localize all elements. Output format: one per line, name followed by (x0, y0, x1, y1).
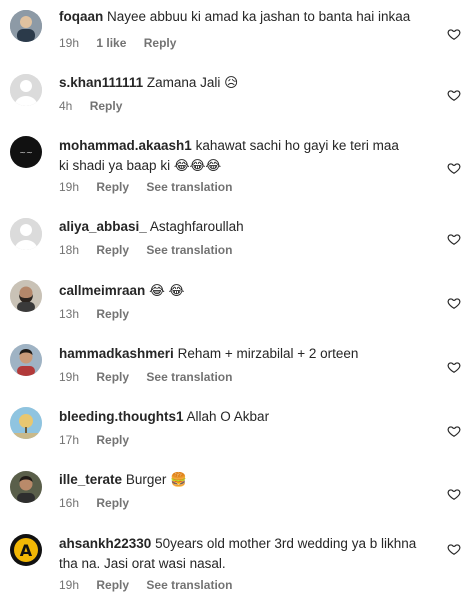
comment-username[interactable]: ille_terate (59, 472, 122, 487)
comment-text: Burger 🍔 (125, 472, 187, 487)
heart-outline-icon[interactable] (447, 232, 461, 246)
avatar[interactable] (10, 407, 42, 439)
heart-outline-icon[interactable] (447, 424, 461, 438)
comment-text: Reham + mirzabilal + 2 orteen (177, 346, 359, 361)
comment-text: Allah O Akbar (186, 409, 270, 424)
comment-time: 18h (59, 243, 80, 257)
reply-button[interactable]: Reply (96, 180, 129, 194)
comment-username[interactable]: foqaan (59, 9, 103, 24)
svg-text:A: A (20, 541, 33, 560)
heart-outline-icon[interactable] (447, 542, 461, 556)
comment-time: 19h (59, 370, 80, 384)
comment-time: 19h (59, 578, 80, 592)
comment-time: 19h (59, 180, 80, 194)
heart-outline-icon[interactable] (447, 360, 461, 374)
reply-button[interactable]: Reply (96, 496, 129, 510)
see-translation-button[interactable]: See translation (146, 578, 232, 592)
reply-button[interactable]: Reply (96, 433, 129, 447)
see-translation-button[interactable]: See translation (146, 180, 232, 194)
reply-button[interactable]: Reply (90, 99, 123, 113)
comment-time: 4h (59, 99, 73, 113)
heart-outline-icon[interactable] (447, 296, 461, 310)
reply-button[interactable]: Reply (96, 370, 129, 384)
heart-outline-icon[interactable] (447, 161, 461, 175)
comment-username[interactable]: mohammad.akaash1 (59, 138, 192, 153)
reply-button[interactable]: Reply (96, 578, 129, 592)
comment-username[interactable]: callmeimraan (59, 283, 145, 298)
avatar[interactable] (10, 471, 42, 503)
comment-time: 13h (59, 307, 80, 321)
heart-outline-icon[interactable] (447, 487, 461, 501)
default-avatar-icon[interactable] (10, 218, 42, 250)
heart-outline-icon[interactable] (447, 27, 461, 41)
comment-text: Astaghfaroullah (149, 219, 244, 234)
reply-button[interactable]: Reply (96, 307, 129, 321)
avatar[interactable]: ~~ (10, 136, 42, 168)
comment-likes[interactable]: 1 like (96, 36, 126, 50)
default-avatar-icon[interactable] (10, 74, 42, 106)
svg-text:~~: ~~ (19, 148, 32, 157)
comment-username[interactable]: aliya_abbasi_ (59, 219, 147, 234)
comment-text: Nayee abbuu ki amad ka jashan to banta h… (107, 9, 411, 24)
comment-text: 😂 😂 (149, 283, 185, 298)
reply-button[interactable]: Reply (144, 36, 177, 50)
avatar[interactable]: A (10, 534, 42, 566)
comment-username[interactable]: s.khan111111 (59, 75, 143, 90)
see-translation-button[interactable]: See translation (146, 243, 232, 257)
comment-username[interactable]: hammadkashmeri (59, 346, 174, 361)
comment-time: 19h (59, 36, 80, 50)
heart-outline-icon[interactable] (447, 88, 461, 102)
see-translation-button[interactable]: See translation (146, 370, 232, 384)
avatar[interactable] (10, 280, 42, 312)
reply-button[interactable]: Reply (96, 243, 129, 257)
comment-username[interactable]: ahsankh22330 (59, 536, 151, 551)
comment-time: 17h (59, 433, 80, 447)
avatar[interactable] (10, 344, 42, 376)
comment-text: Zamana Jali 😥 (146, 75, 239, 90)
comment-time: 16h (59, 496, 80, 510)
comment-username[interactable]: bleeding.thoughts1 (59, 409, 184, 424)
avatar[interactable] (10, 10, 42, 42)
